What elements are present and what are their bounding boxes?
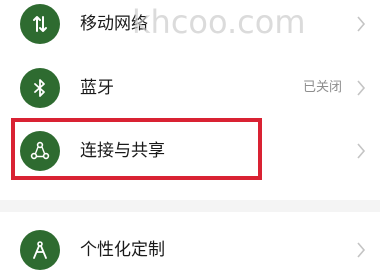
share-icon (20, 131, 60, 171)
section-divider (0, 200, 380, 212)
settings-item-label: 连接与共享 (80, 141, 165, 161)
settings-item-connection-sharing[interactable]: 连接与共享 (0, 120, 380, 180)
settings-item-label: 个性化定制 (80, 240, 165, 260)
chevron-right-icon (357, 242, 366, 258)
mobile-data-icon (20, 4, 60, 44)
settings-item-label: 移动网络 (80, 14, 148, 34)
settings-screen: 移动网络 蓝牙 已关闭 连接与共享 个性化定制 khcoo.com (0, 0, 380, 273)
personalize-icon (20, 230, 60, 270)
settings-item-label: 蓝牙 (80, 78, 114, 98)
chevron-right-icon (357, 80, 366, 96)
bluetooth-icon (20, 68, 60, 108)
settings-item-personalization[interactable]: 个性化定制 (0, 220, 380, 273)
settings-item-mobile-network[interactable]: 移动网络 (0, 0, 380, 54)
bluetooth-status: 已关闭 (302, 80, 342, 95)
chevron-right-icon (357, 16, 366, 32)
chevron-right-icon (357, 143, 366, 159)
settings-item-bluetooth[interactable]: 蓝牙 已关闭 (0, 58, 380, 118)
